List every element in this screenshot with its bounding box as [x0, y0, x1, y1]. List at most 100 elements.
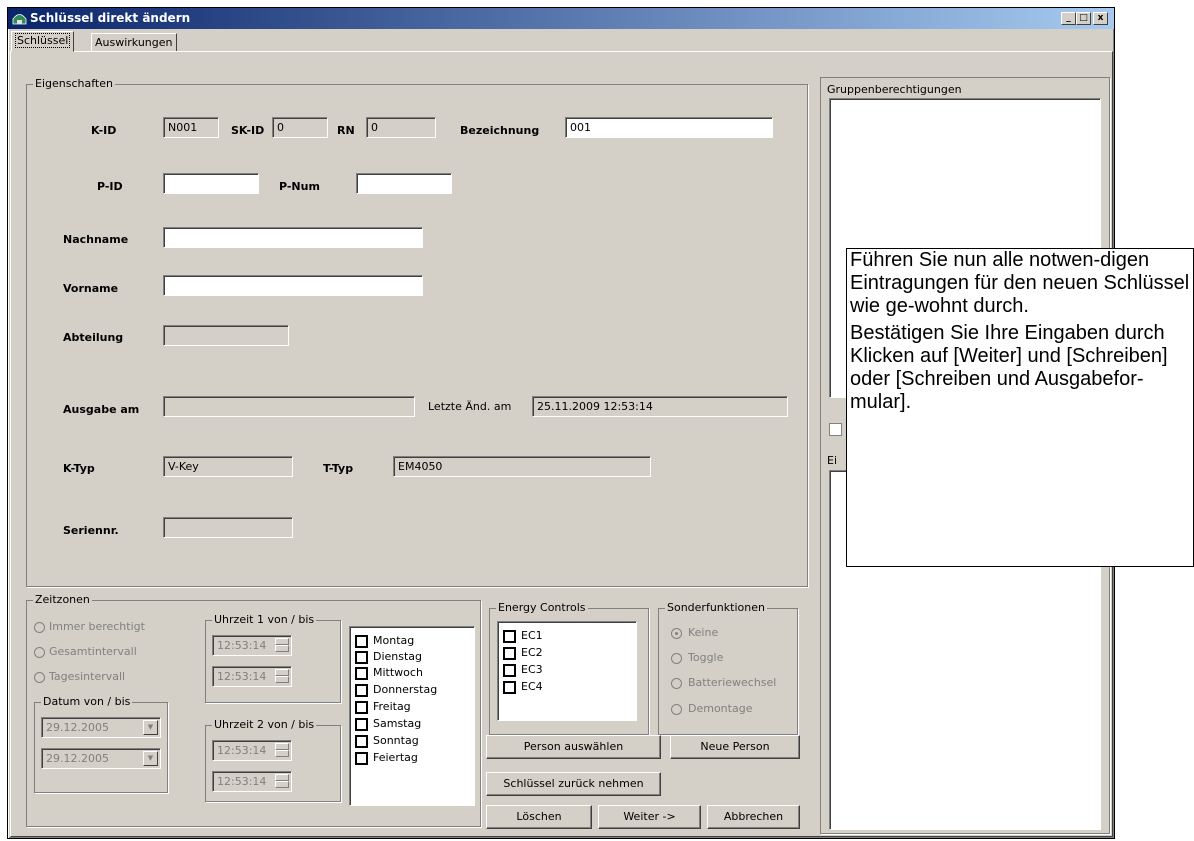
abteilung-field	[163, 325, 289, 346]
ktyp-label: K-Typ	[63, 462, 95, 475]
ec4-label: EC4	[521, 680, 543, 693]
schluessel-zurueck-button[interactable]: Schlüssel zurück nehmen	[486, 772, 661, 796]
datum-bis-dropdown[interactable]: 29.12.2005 ▼	[41, 748, 161, 769]
uhrzeit1-legend: Uhrzeit 1 von / bis	[212, 613, 317, 626]
uhrzeit1-bis-value: 12:53:14	[217, 670, 267, 683]
checkbox-ec3[interactable]	[503, 664, 516, 677]
spinner-arrows-icon[interactable]	[275, 743, 289, 758]
maximize-button[interactable]: □	[1076, 12, 1091, 25]
tagesintervall-label: Tagesintervall	[49, 670, 126, 683]
second-group-legend: Ei	[827, 454, 838, 467]
checkbox-samstag[interactable]	[355, 718, 368, 731]
chevron-down-icon[interactable]: ▼	[143, 720, 158, 735]
spinner-arrows-icon[interactable]	[275, 774, 289, 789]
loeschen-button[interactable]: Löschen	[486, 805, 592, 829]
skid-field: 0	[272, 117, 328, 138]
seriennr-label: Seriennr.	[63, 524, 119, 537]
person-auswaehlen-button[interactable]: Person auswählen	[486, 735, 661, 759]
immer-berechtigt-label: Immer berechtigt	[49, 620, 145, 633]
seriennr-field	[163, 517, 293, 538]
ec2-label: EC2	[521, 646, 543, 659]
bezeichnung-input[interactable]: 001	[565, 117, 773, 138]
tab-auswirkungen-label: Auswirkungen	[95, 36, 173, 49]
checkbox-ec1[interactable]	[503, 630, 516, 643]
abteilung-label: Abteilung	[63, 331, 124, 344]
neue-person-button[interactable]: Neue Person	[670, 735, 800, 759]
uhrzeit2-group: Uhrzeit 2 von / bis 12:53:14 12:53:14	[205, 718, 341, 802]
ttyp-label: T-Typ	[323, 462, 354, 475]
chevron-down-icon[interactable]: ▼	[143, 751, 158, 766]
radio-immer-berechtigt[interactable]	[34, 622, 45, 633]
radio-tagesintervall[interactable]	[34, 672, 45, 683]
close-button[interactable]: x	[1093, 12, 1108, 25]
nachname-input[interactable]	[163, 227, 423, 248]
uhrzeit2-bis-spinner[interactable]: 12:53:14	[212, 771, 292, 792]
weiter-button[interactable]: Weiter ->	[598, 805, 701, 829]
radio-gesamtintervall[interactable]	[34, 647, 45, 658]
uhrzeit1-bis-spinner[interactable]: 12:53:14	[212, 666, 292, 687]
abbrechen-button[interactable]: Abbrechen	[707, 805, 800, 829]
checkbox-mittwoch[interactable]	[355, 667, 368, 680]
ec1-label: EC1	[521, 629, 543, 642]
datum-legend: Datum von / bis	[41, 695, 133, 708]
spinner-arrows-icon[interactable]	[275, 669, 289, 684]
title-bar[interactable]: Schlüssel direkt ändern _ □ x	[8, 8, 1114, 29]
pnum-input[interactable]	[356, 173, 452, 194]
skid-label: SK-ID	[231, 124, 265, 137]
mittwoch-label: Mittwoch	[373, 666, 423, 679]
tab-schluessel[interactable]: Schlüssel	[11, 31, 75, 52]
checkbox-feiertag[interactable]	[355, 752, 368, 765]
ktyp-field: V-Key	[163, 456, 293, 477]
wochentage-list: Montag Dienstag Mittwoch Donnerstag Frei…	[349, 626, 475, 806]
uhrzeit1-von-value: 12:53:14	[217, 639, 267, 652]
kid-field: N001	[163, 117, 219, 138]
checkbox-sonntag[interactable]	[355, 735, 368, 748]
pid-input[interactable]	[163, 173, 259, 194]
checkbox-montag[interactable]	[355, 635, 368, 648]
checkbox-donnerstag[interactable]	[355, 684, 368, 697]
ttyp-field: EM4050	[393, 456, 651, 477]
uhrzeit1-von-spinner[interactable]: 12:53:14	[212, 635, 292, 656]
minimize-button[interactable]: _	[1061, 12, 1076, 25]
freitag-label: Freitag	[373, 700, 411, 713]
datum-von-dropdown[interactable]: 29.12.2005 ▼	[41, 717, 161, 738]
rn-label: RN	[337, 124, 355, 137]
checkbox-dienstag[interactable]	[355, 651, 368, 664]
energy-controls-legend: Energy Controls	[496, 601, 588, 614]
vorname-label: Vorname	[63, 282, 119, 295]
checkbox-ec2[interactable]	[503, 647, 516, 660]
dienstag-label: Dienstag	[373, 650, 423, 663]
checkbox-freitag[interactable]	[355, 701, 368, 714]
donnerstag-label: Donnerstag	[373, 683, 438, 696]
radio-toggle[interactable]	[671, 653, 682, 664]
feiertag-label: Feiertag	[373, 751, 418, 764]
radio-batteriewechsel[interactable]	[671, 678, 682, 689]
spinner-arrows-icon[interactable]	[275, 638, 289, 653]
close-icon: x	[1097, 13, 1104, 23]
tab-auswirkungen[interactable]: Auswirkungen	[91, 33, 177, 52]
uhrzeit2-bis-value: 12:53:14	[217, 775, 267, 788]
window-title: Schlüssel direkt ändern	[30, 11, 191, 25]
right-panel-checkbox[interactable]	[829, 423, 842, 436]
radio-demontage[interactable]	[671, 704, 682, 715]
datum-bis-value: 29.12.2005	[46, 752, 109, 765]
callout-paragraph-1: Führen Sie nun alle notwen-digen Eintrag…	[850, 249, 1190, 317]
eigenschaften-group: Eigenschaften K-ID N001 SK-ID 0 RN 0 Bez…	[26, 77, 808, 587]
checkbox-ec4[interactable]	[503, 681, 516, 694]
maximize-icon: □	[1079, 13, 1088, 23]
instruction-callout: Führen Sie nun alle notwen-digen Eintrag…	[846, 248, 1194, 567]
letzte-aenderung-field: 25.11.2009 12:53:14	[532, 396, 788, 417]
keine-label: Keine	[688, 626, 719, 639]
nachname-label: Nachname	[63, 233, 129, 246]
eigenschaften-legend: Eigenschaften	[33, 77, 115, 90]
vorname-input[interactable]	[163, 275, 423, 296]
radio-keine[interactable]	[671, 628, 682, 639]
pnum-label: P-Num	[279, 180, 320, 193]
datum-group: Datum von / bis 29.12.2005 ▼ 29.12.2005 …	[34, 695, 168, 793]
kid-label: K-ID	[91, 124, 117, 137]
uhrzeit2-von-spinner[interactable]: 12:53:14	[212, 740, 292, 761]
montag-label: Montag	[373, 634, 415, 647]
sonderfunktionen-group: Sonderfunktionen Keine Toggle Batteriewe…	[658, 601, 798, 735]
energy-controls-list: EC1 EC2 EC3 EC4	[497, 621, 637, 721]
bezeichnung-label: Bezeichnung	[460, 124, 540, 137]
